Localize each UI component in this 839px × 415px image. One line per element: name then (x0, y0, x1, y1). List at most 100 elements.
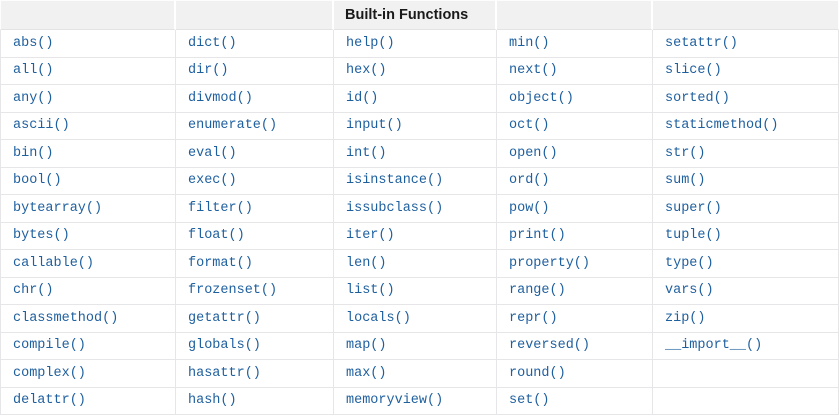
table-header-row: Built-in Functions (0, 0, 839, 30)
table-row: callable() format() len() property() type() (0, 250, 839, 278)
function-cell: pow() (497, 195, 653, 223)
function-link[interactable]: abs() (13, 36, 54, 51)
table-row: classmethod() getattr() locals() repr() zip(… (0, 305, 839, 333)
function-link[interactable]: sum() (665, 173, 706, 188)
function-cell: float() (176, 222, 334, 250)
function-link[interactable]: help() (346, 36, 395, 51)
function-link[interactable]: complex() (13, 366, 86, 381)
function-link[interactable]: staticmethod() (665, 118, 778, 133)
function-link[interactable]: id() (346, 91, 378, 106)
function-cell: round() (497, 360, 653, 388)
function-link[interactable]: issubclass() (346, 201, 443, 216)
function-link[interactable]: pow() (509, 201, 550, 216)
function-link[interactable]: locals() (346, 311, 411, 326)
function-link[interactable]: filter() (188, 201, 253, 216)
function-link[interactable]: zip() (665, 311, 706, 326)
function-link[interactable]: map() (346, 338, 387, 353)
function-link[interactable]: memoryview() (346, 393, 443, 408)
table-header: Built-in Functions (0, 0, 839, 30)
function-link[interactable]: __import__() (665, 338, 762, 353)
function-link[interactable]: any() (13, 91, 54, 106)
function-link[interactable]: tuple() (665, 228, 722, 243)
function-link[interactable]: sorted() (665, 91, 730, 106)
function-link[interactable]: str() (665, 146, 706, 161)
function-link[interactable]: ascii() (13, 118, 70, 133)
function-link[interactable]: hex() (346, 63, 387, 78)
function-link[interactable]: classmethod() (13, 311, 118, 326)
table-row: bool() exec() isinstance() ord() sum() (0, 167, 839, 195)
function-cell: int() (334, 140, 497, 168)
function-link[interactable]: vars() (665, 283, 714, 298)
function-link[interactable]: compile() (13, 338, 86, 353)
function-link[interactable]: bytearray() (13, 201, 102, 216)
function-cell: super() (653, 195, 839, 223)
function-link[interactable]: bool() (13, 173, 62, 188)
function-link[interactable]: max() (346, 366, 387, 381)
function-link[interactable]: repr() (509, 311, 558, 326)
function-link[interactable]: getattr() (188, 311, 261, 326)
function-link[interactable]: len() (346, 256, 387, 271)
builtin-functions-table: Built-in Functions abs() dict() help() min(… (0, 0, 839, 415)
function-link[interactable]: hash() (188, 393, 237, 408)
function-cell: dict() (176, 30, 334, 58)
function-link[interactable]: iter() (346, 228, 395, 243)
function-link[interactable]: hasattr() (188, 366, 261, 381)
function-link[interactable]: eval() (188, 146, 237, 161)
table-header-cell (653, 0, 839, 30)
function-cell: print() (497, 222, 653, 250)
function-link[interactable]: divmod() (188, 91, 253, 106)
function-cell: hash() (176, 387, 334, 415)
function-link[interactable]: isinstance() (346, 173, 443, 188)
function-link[interactable]: globals() (188, 338, 261, 353)
function-link[interactable]: dir() (188, 63, 229, 78)
function-link[interactable]: exec() (188, 173, 237, 188)
function-cell: iter() (334, 222, 497, 250)
function-link[interactable]: slice() (665, 63, 722, 78)
function-link[interactable]: set() (509, 393, 550, 408)
function-link[interactable]: oct() (509, 118, 550, 133)
function-link[interactable]: int() (346, 146, 387, 161)
function-link[interactable]: dict() (188, 36, 237, 51)
function-link[interactable]: ord() (509, 173, 550, 188)
function-link[interactable]: enumerate() (188, 118, 277, 133)
function-cell: isinstance() (334, 167, 497, 195)
function-link[interactable]: super() (665, 201, 722, 216)
function-cell: type() (653, 250, 839, 278)
function-cell: hex() (334, 57, 497, 85)
empty-cell (653, 387, 839, 415)
function-link[interactable]: round() (509, 366, 566, 381)
function-link[interactable]: reversed() (509, 338, 590, 353)
table-body: abs() dict() help() min() setattr() all() dir(… (0, 30, 839, 415)
function-cell: frozenset() (176, 277, 334, 305)
function-link[interactable]: bin() (13, 146, 54, 161)
function-cell: compile() (0, 332, 176, 360)
function-link[interactable]: input() (346, 118, 403, 133)
function-link[interactable]: open() (509, 146, 558, 161)
function-link[interactable]: type() (665, 256, 714, 271)
function-link[interactable]: object() (509, 91, 574, 106)
function-link[interactable]: bytes() (13, 228, 70, 243)
function-link[interactable]: range() (509, 283, 566, 298)
function-cell: vars() (653, 277, 839, 305)
table-row: ascii() enumerate() input() oct() staticmeth… (0, 112, 839, 140)
function-link[interactable]: min() (509, 36, 550, 51)
function-cell: reversed() (497, 332, 653, 360)
function-cell: slice() (653, 57, 839, 85)
function-link[interactable]: all() (13, 63, 54, 78)
function-link[interactable]: format() (188, 256, 253, 271)
function-cell: map() (334, 332, 497, 360)
function-link[interactable]: print() (509, 228, 566, 243)
table-row: complex() hasattr() max() round() (0, 360, 839, 388)
function-link[interactable]: next() (509, 63, 558, 78)
function-link[interactable]: setattr() (665, 36, 738, 51)
function-link[interactable]: chr() (13, 283, 54, 298)
table-header-cell (176, 0, 334, 30)
function-cell: globals() (176, 332, 334, 360)
function-link[interactable]: float() (188, 228, 245, 243)
function-link[interactable]: list() (346, 283, 395, 298)
function-cell: issubclass() (334, 195, 497, 223)
function-link[interactable]: callable() (13, 256, 94, 271)
function-link[interactable]: property() (509, 256, 590, 271)
function-link[interactable]: delattr() (13, 393, 86, 408)
function-link[interactable]: frozenset() (188, 283, 277, 298)
